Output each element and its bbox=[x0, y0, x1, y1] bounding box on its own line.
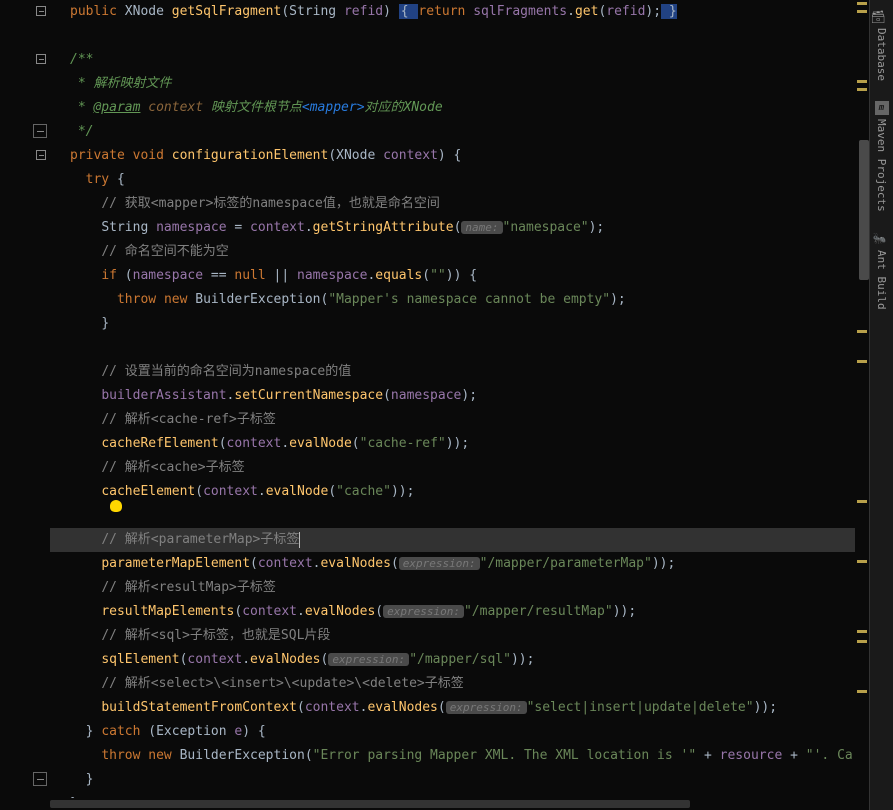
warning-marker[interactable] bbox=[857, 88, 867, 91]
gutter bbox=[0, 0, 50, 810]
ant-tool-tab[interactable]: Ant Build bbox=[872, 222, 892, 320]
warning-marker[interactable] bbox=[857, 360, 867, 363]
param-hint: name: bbox=[461, 221, 502, 234]
maven-icon: m bbox=[875, 101, 889, 115]
current-line: // 解析<parameterMap>子标签 bbox=[50, 528, 855, 552]
warning-marker[interactable] bbox=[857, 330, 867, 333]
marker-strip[interactable] bbox=[855, 0, 869, 810]
warning-marker[interactable] bbox=[857, 500, 867, 503]
warning-marker[interactable] bbox=[857, 560, 867, 563]
warning-marker[interactable] bbox=[857, 630, 867, 633]
horizontal-scrollbar[interactable] bbox=[50, 798, 855, 810]
fold-icon[interactable] bbox=[36, 54, 46, 64]
fold-box-icon[interactable] bbox=[33, 124, 47, 138]
fold-box-icon[interactable] bbox=[33, 772, 47, 786]
code-editor[interactable]: public XNode getSqlFragment(String refid… bbox=[50, 0, 855, 810]
intention-bulb-icon[interactable] bbox=[110, 500, 122, 512]
horizontal-scrollbar-thumb[interactable] bbox=[50, 800, 690, 808]
doc-comment: /** bbox=[70, 52, 93, 67]
database-tool-tab[interactable]: Database bbox=[872, 0, 892, 91]
text-cursor bbox=[299, 532, 300, 548]
warning-marker[interactable] bbox=[857, 80, 867, 83]
vertical-scrollbar-thumb[interactable] bbox=[859, 140, 869, 280]
right-tool-sidebar: Database m Maven Projects Ant Build bbox=[869, 0, 893, 810]
ant-icon bbox=[875, 232, 889, 246]
fold-icon[interactable] bbox=[36, 150, 46, 160]
warning-marker[interactable] bbox=[857, 10, 867, 13]
keyword: public bbox=[70, 4, 117, 19]
fold-icon[interactable] bbox=[36, 6, 46, 16]
warning-marker[interactable] bbox=[857, 690, 867, 693]
warning-marker[interactable] bbox=[857, 640, 867, 643]
database-icon bbox=[875, 10, 889, 24]
maven-tool-tab[interactable]: m Maven Projects bbox=[872, 91, 892, 222]
warning-marker[interactable] bbox=[857, 2, 867, 5]
